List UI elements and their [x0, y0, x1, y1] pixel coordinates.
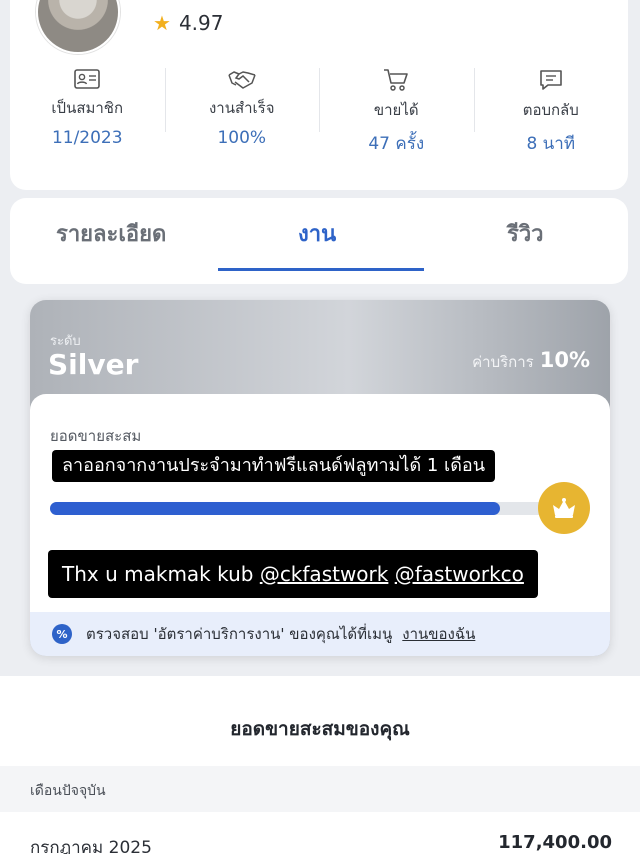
member-card-icon	[73, 68, 101, 90]
mention-ckfastwork[interactable]: @ckfastwork	[260, 562, 389, 586]
sales-progress-bar	[50, 502, 550, 515]
notice-text: ตรวจสอบ 'อัตราค่าบริการงาน' ของคุณได้ที่…	[86, 625, 393, 643]
tab-jobs[interactable]: งาน	[298, 216, 336, 251]
star-icon: ★	[153, 11, 171, 35]
caption-overlay-top: ลาออกจากงานประจำมาทำฟรีแลนด์ฟลูทามได้ 1 …	[52, 450, 496, 482]
handshake-icon	[228, 68, 256, 90]
crown-icon	[553, 498, 575, 518]
stat-value: 11/2023	[51, 128, 123, 148]
tab-bar: รายละเอียด งาน รีวิว	[10, 198, 628, 284]
service-fee-value: 10%	[539, 348, 590, 372]
stat-label: งานสำเร็จ	[208, 99, 275, 117]
crown-badge	[538, 482, 590, 534]
chat-icon	[537, 68, 565, 92]
stat-value: 100%	[217, 128, 267, 148]
stat-value: 8 นาที	[526, 134, 576, 154]
sales-summary: ยอดขายสะสมของคุณ เดือนปัจจุบัน กรกฎาคม 2…	[0, 676, 640, 854]
stat-label: เป็นสมาชิก	[51, 99, 124, 117]
rating-value: 4.97	[178, 11, 224, 35]
stat-sold: ขายได้ 47 ครั้ง	[319, 68, 474, 154]
summary-row-amount: 117,400.00	[498, 832, 612, 853]
profile-card: ★ 4.97 เป็นสมาชิก 11/2023 งานสำเร็จ 100%…	[10, 0, 628, 190]
stat-completed: งานสำเร็จ 100%	[164, 68, 320, 148]
sales-panel: ยอดขายสะสม ลาออกจากงานประจำมาทำฟรีแลนด์ฟ…	[30, 394, 610, 612]
current-month-header: เดือนปัจจุบัน	[0, 766, 640, 812]
sales-progress-fill	[50, 502, 500, 515]
caption-text: Thx u makmak kub	[62, 562, 260, 586]
sales-title: ยอดขายสะสม	[50, 427, 142, 445]
avatar[interactable]	[36, 0, 120, 54]
caption-overlay-bottom: Thx u makmak kub @ckfastwork @fastworkco	[48, 550, 538, 598]
percent-badge-icon: %	[52, 624, 72, 644]
tab-reviews[interactable]: รีวิว	[507, 216, 544, 251]
stat-response-time: ตอบกลับ 8 นาที	[473, 68, 629, 154]
stat-value: 47 ครั้ง	[368, 134, 425, 154]
fee-notice: % ตรวจสอบ 'อัตราค่าบริการงาน' ของคุณได้ท…	[30, 612, 610, 656]
stats-row: เป็นสมาชิก 11/2023 งานสำเร็จ 100% ขายได้…	[10, 68, 629, 154]
stat-label: ขายได้	[373, 101, 419, 119]
current-month-label: เดือนปัจจุบัน	[30, 783, 106, 799]
rating: ★ 4.97	[153, 11, 223, 35]
mention-fastworkco[interactable]: @fastworkco	[395, 562, 524, 586]
stat-label: ตอบกลับ	[522, 101, 579, 119]
active-tab-indicator	[218, 268, 424, 271]
tier-card: ระดับ Silver ค่าบริการ 10% ยอดขายสะสม ลา…	[30, 300, 610, 656]
tab-details[interactable]: รายละเอียด	[56, 216, 166, 251]
my-jobs-link[interactable]: งานของฉัน	[402, 622, 475, 646]
service-fee: ค่าบริการ 10%	[472, 348, 590, 374]
stat-member-since: เป็นสมาชิก 11/2023	[10, 68, 165, 148]
service-fee-label: ค่าบริการ	[472, 353, 534, 371]
summary-title: ยอดขายสะสมของคุณ	[230, 718, 410, 740]
summary-row-month: กรกฎาคม 2025	[30, 838, 152, 854]
cart-icon	[382, 68, 410, 92]
tier-name: Silver	[48, 348, 139, 381]
